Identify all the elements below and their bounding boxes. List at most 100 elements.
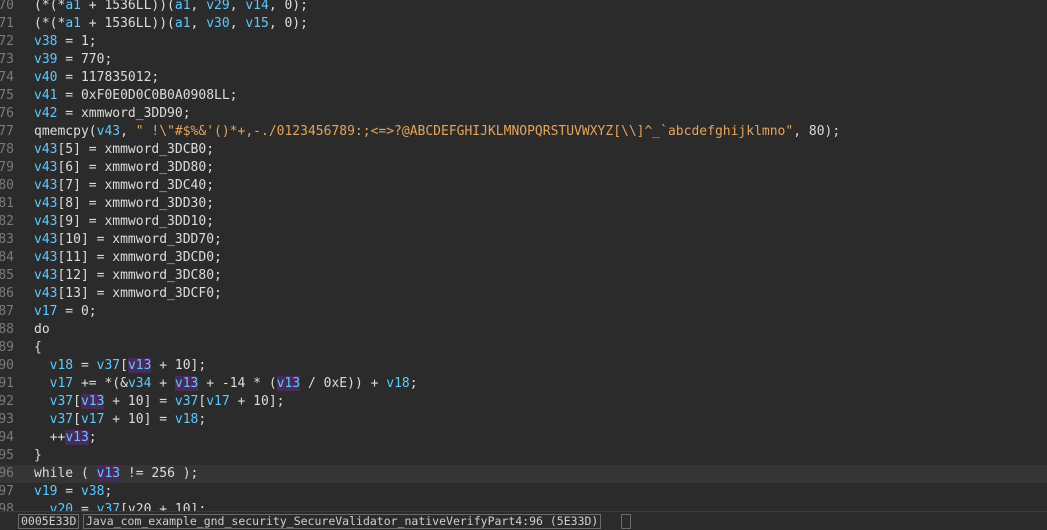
code-text[interactable]: v17 = 0;: [34, 303, 97, 321]
code-line[interactable]: 97 v19 = v38;: [0, 483, 1047, 501]
variable-token[interactable]: v43: [34, 142, 57, 157]
code-token[interactable]: do: [34, 322, 50, 337]
code-line[interactable]: 76 v42 = xmmword_3DD90;: [0, 105, 1047, 123]
highlighted-variable-token[interactable]: v13: [174, 376, 199, 391]
variable-token[interactable]: v18: [386, 376, 409, 391]
code-token[interactable]: ,: [191, 16, 207, 31]
code-text[interactable]: (*(*a1 + 1536LL))(a1, v30, v15, 0);: [34, 15, 308, 33]
code-token[interactable]: += *(&: [73, 376, 128, 391]
code-line[interactable]: 79 v43[6] = xmmword_3DD80;: [0, 159, 1047, 177]
code-token[interactable]: ,: [230, 16, 246, 31]
code-text[interactable]: v43[11] = xmmword_3DCD0;: [34, 249, 222, 267]
variable-token[interactable]: v43: [34, 286, 57, 301]
code-line[interactable]: 82 v43[9] = xmmword_3DD10;: [0, 213, 1047, 231]
variable-token[interactable]: v43: [34, 268, 57, 283]
code-text[interactable]: {: [34, 339, 42, 357]
variable-token[interactable]: v29: [206, 0, 229, 13]
code-text[interactable]: do: [34, 321, 50, 339]
variable-token[interactable]: v20: [50, 502, 73, 511]
code-token[interactable]: [: [120, 358, 128, 373]
code-text[interactable]: qmemcpy(v43, " !\"#$%&'()*+,-./012345678…: [34, 123, 840, 141]
code-line[interactable]: 83 v43[10] = xmmword_3DD70;: [0, 231, 1047, 249]
code-line[interactable]: 93 v37[v17 + 10] = v18;: [0, 411, 1047, 429]
code-token[interactable]: [34, 412, 50, 427]
code-text[interactable]: v41 = 0xF0E0D0C0B0A0908LL;: [34, 87, 238, 105]
code-token[interactable]: != 256 );: [120, 466, 198, 481]
code-text[interactable]: v43[12] = xmmword_3DC80;: [34, 267, 222, 285]
code-token[interactable]: / 0xE)) +: [300, 376, 386, 391]
code-line[interactable]: 92 v37[v13 + 10] = v37[v17 + 10];: [0, 393, 1047, 411]
variable-token[interactable]: v43: [34, 196, 57, 211]
code-line[interactable]: 70 (*(*a1 + 1536LL))(a1, v29, v14, 0);: [0, 0, 1047, 15]
code-text[interactable]: v43[7] = xmmword_3DC40;: [34, 177, 214, 195]
code-text[interactable]: v39 = 770;: [34, 51, 112, 69]
code-text[interactable]: v43[10] = xmmword_3DD70;: [34, 231, 222, 249]
code-token[interactable]: + 10] =: [104, 394, 174, 409]
code-token[interactable]: ,: [230, 0, 246, 13]
variable-token[interactable]: v37: [175, 394, 198, 409]
variable-token[interactable]: v38: [81, 484, 104, 499]
code-token[interactable]: + -14 * (: [198, 376, 276, 391]
code-token[interactable]: = 0;: [57, 304, 96, 319]
code-line[interactable]: 77 qmemcpy(v43, " !\"#$%&'()*+,-./0123456…: [0, 123, 1047, 141]
code-token[interactable]: [7] = xmmword_3DC40;: [57, 178, 214, 193]
code-token[interactable]: [34, 502, 50, 511]
code-text[interactable]: v20 = v37[v20 + 10];: [34, 501, 207, 511]
code-token[interactable]: [10] = xmmword_3DD70;: [57, 232, 221, 247]
code-line[interactable]: 98 v20 = v37[v20 + 10];: [0, 501, 1047, 511]
code-token[interactable]: [v20 + 10];: [120, 502, 206, 511]
variable-token[interactable]: v17: [206, 394, 229, 409]
code-text[interactable]: v43[5] = xmmword_3DCB0;: [34, 141, 214, 159]
highlighted-variable-token[interactable]: v13: [80, 394, 105, 409]
variable-token[interactable]: v37: [97, 358, 120, 373]
code-token[interactable]: + 10];: [230, 394, 285, 409]
code-text[interactable]: v18 = v37[v13 + 10];: [34, 357, 206, 375]
code-token[interactable]: [11] = xmmword_3DCD0;: [57, 250, 221, 265]
code-line[interactable]: 75 v41 = 0xF0E0D0C0B0A0908LL;: [0, 87, 1047, 105]
code-token[interactable]: = 770;: [57, 52, 112, 67]
code-token[interactable]: [: [73, 394, 81, 409]
code-text[interactable]: (*(*a1 + 1536LL))(a1, v29, v14, 0);: [34, 0, 308, 15]
code-token[interactable]: qmemcpy(: [34, 124, 97, 139]
variable-token[interactable]: v34: [128, 376, 151, 391]
code-token[interactable]: , 80);: [793, 124, 840, 139]
code-line[interactable]: 72 v38 = 1;: [0, 33, 1047, 51]
code-token[interactable]: [34, 376, 50, 391]
code-token[interactable]: , 0);: [269, 16, 308, 31]
code-text[interactable]: ++v13;: [34, 429, 97, 447]
code-token[interactable]: +: [151, 376, 174, 391]
code-token[interactable]: [: [73, 412, 81, 427]
code-line[interactable]: 91 v17 += *(&v34 + v13 + -14 * (v13 / 0x…: [0, 375, 1047, 393]
code-token[interactable]: [13] = xmmword_3DCF0;: [57, 286, 221, 301]
code-token[interactable]: = 0xF0E0D0C0B0A0908LL;: [57, 88, 237, 103]
code-text[interactable]: v19 = v38;: [34, 483, 112, 501]
code-token[interactable]: ,: [191, 0, 207, 13]
code-text[interactable]: v43[8] = xmmword_3DD30;: [34, 195, 214, 213]
code-text[interactable]: while ( v13 != 256 );: [34, 465, 198, 483]
variable-token[interactable]: v43: [97, 124, 120, 139]
variable-token[interactable]: v14: [245, 0, 268, 13]
code-line[interactable]: 90 v18 = v37[v13 + 10];: [0, 357, 1047, 375]
code-text[interactable]: v43[9] = xmmword_3DD10;: [34, 213, 214, 231]
code-token[interactable]: =: [57, 484, 80, 499]
code-token[interactable]: (*(*: [34, 16, 65, 31]
code-text[interactable]: v43[6] = xmmword_3DD80;: [34, 159, 214, 177]
code-token[interactable]: =: [73, 358, 96, 373]
code-token[interactable]: [34, 358, 50, 373]
code-token[interactable]: [8] = xmmword_3DD30;: [57, 196, 214, 211]
variable-token[interactable]: v43: [34, 160, 57, 175]
variable-token[interactable]: v17: [50, 376, 73, 391]
variable-token[interactable]: a1: [175, 16, 191, 31]
code-token[interactable]: + 1536LL))(: [81, 16, 175, 31]
variable-token[interactable]: v18: [50, 358, 73, 373]
code-token[interactable]: + 10];: [151, 358, 206, 373]
variable-token[interactable]: v37: [97, 502, 120, 511]
code-line[interactable]: 85 v43[12] = xmmword_3DC80;: [0, 267, 1047, 285]
code-token[interactable]: }: [34, 448, 42, 463]
code-token[interactable]: [34, 394, 50, 409]
code-line[interactable]: 86 v43[13] = xmmword_3DCF0;: [0, 285, 1047, 303]
code-token[interactable]: [9] = xmmword_3DD10;: [57, 214, 214, 229]
code-token[interactable]: [6] = xmmword_3DD80;: [57, 160, 214, 175]
highlighted-variable-token[interactable]: v13: [127, 358, 152, 373]
code-token[interactable]: ;: [104, 484, 112, 499]
